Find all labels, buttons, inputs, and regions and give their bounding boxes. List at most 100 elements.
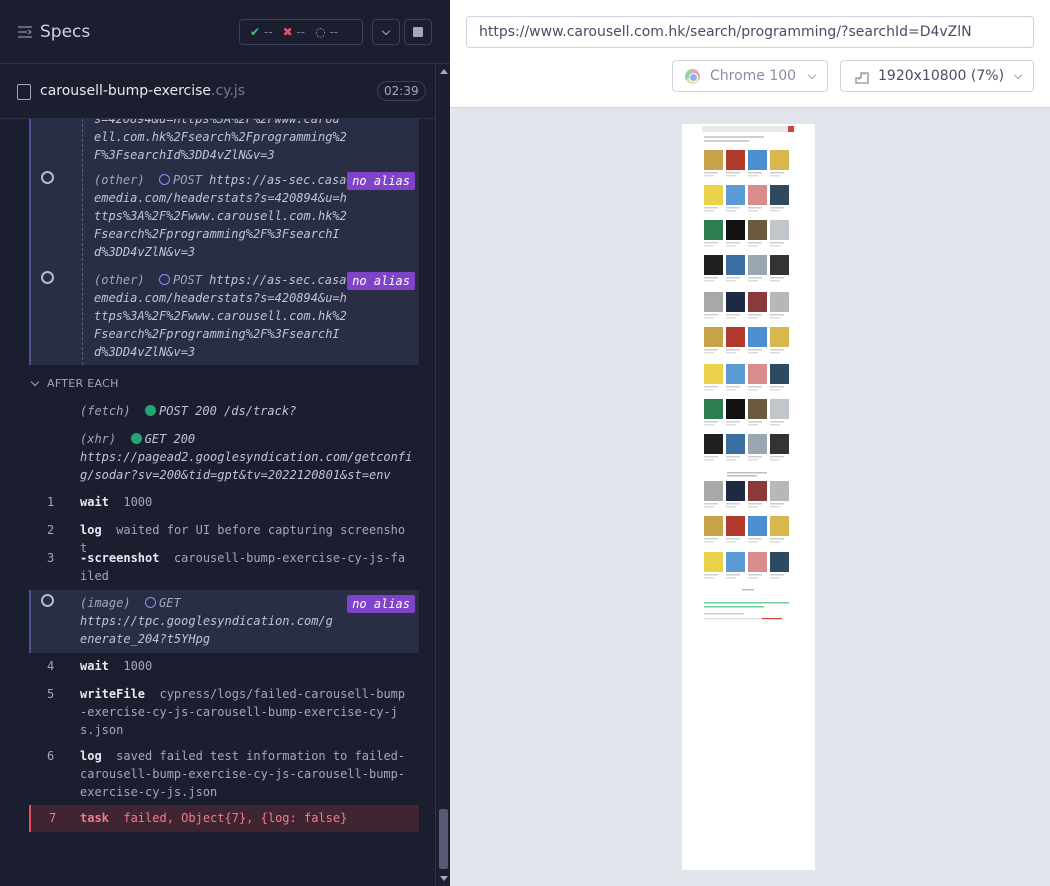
app-iframe-preview[interactable]	[682, 124, 815, 870]
thumb-listing-image	[770, 150, 789, 170]
thumb-line	[704, 613, 744, 615]
thumb-listing-text	[704, 506, 714, 508]
command-text: task failed, Object{7}, {log: false}	[80, 811, 348, 825]
request-entry[interactable]: (other) POST https://as-sec.casalemedia.…	[94, 171, 354, 261]
browser-selector[interactable]: Chrome 100	[672, 60, 828, 92]
thumb-listing-text	[748, 389, 758, 391]
thumb-listing-text	[726, 280, 736, 282]
thumb-listing-text	[704, 459, 714, 461]
thumb-listing-text	[704, 172, 718, 174]
stop-button[interactable]	[404, 19, 432, 45]
thumb-listing-image	[726, 399, 745, 419]
thumb-listing-text	[770, 242, 784, 244]
thumb-listing-image	[726, 552, 745, 572]
command-row[interactable]: 5 writeFile cypress/logs/failed-carousel…	[29, 685, 419, 741]
thumb-listing-text	[770, 424, 780, 426]
thumb-listing-text	[704, 424, 714, 426]
thumb-listing-text	[704, 421, 718, 423]
thumb-listing-text	[704, 242, 718, 244]
thumb-listing-text	[726, 314, 740, 316]
thumb-listing-image	[726, 364, 745, 384]
thumb-listing-text	[748, 386, 762, 388]
thumb-listing-text	[748, 349, 762, 351]
thumb-listing-image	[704, 185, 723, 205]
thumb-listing-image	[726, 292, 745, 312]
thumb-listing-text	[726, 459, 736, 461]
open-circle-icon	[145, 597, 157, 608]
thumb-listing-image	[726, 481, 745, 501]
image-request-block[interactable]: (image) GET https://tpc.googlesyndicatio…	[29, 590, 419, 653]
thumb-listing-text	[704, 538, 718, 540]
thumb-listing-text	[726, 242, 740, 244]
thumb-listing-image	[770, 399, 789, 419]
thumb-listing-text	[770, 541, 780, 543]
command-log-panel: Specs ✔ -- ✖ -- ◌ -- carousell-bump-exer…	[0, 0, 450, 886]
specs-title[interactable]: Specs	[40, 22, 90, 42]
pending-stat: ◌ --	[315, 25, 339, 39]
thumb-listing-image	[748, 327, 767, 347]
request-entry[interactable]: (other) POST https://as-sec.casalemedia.…	[94, 271, 354, 361]
viewport-selector[interactable]: 1920x10800 (7%)	[840, 60, 1034, 92]
thumb-listing-text	[726, 175, 736, 177]
command-row[interactable]: 1 wait 1000	[29, 493, 419, 513]
fetch-entry[interactable]: (fetch) POST 200 /ds/track?	[29, 402, 419, 422]
scroll-thumb[interactable]	[439, 809, 448, 869]
thumb-listing-image	[748, 481, 767, 501]
thumb-listing-text	[770, 280, 780, 282]
thumb-listing-text	[770, 245, 780, 247]
thumb-listing-text	[748, 352, 758, 354]
thumb-listing-text	[704, 314, 718, 316]
thumb-listing-text	[770, 386, 784, 388]
scroll-up-icon[interactable]	[440, 69, 448, 74]
thumb-listing-text	[748, 574, 762, 576]
passed-stat: ✔ --	[250, 25, 273, 39]
thumb-listing-text	[770, 459, 780, 461]
thumb-listing-text	[770, 317, 780, 319]
thumb-listing-text	[748, 277, 762, 279]
thumb-listing-text	[726, 506, 736, 508]
specs-list-icon[interactable]	[18, 25, 32, 39]
thumb-listing-text	[726, 503, 740, 505]
thumb-listing-text	[704, 277, 718, 279]
tree-line	[82, 119, 83, 365]
thumb-listing-text	[748, 506, 758, 508]
thumb-listing-text	[770, 538, 784, 540]
thumb-listing-text	[770, 577, 780, 579]
thumb-header	[702, 126, 795, 132]
failed-command-row[interactable]: 7 task failed, Object{7}, {log: false}	[29, 805, 419, 832]
thumb-listing-image	[704, 220, 723, 240]
command-row[interactable]: 2 log waited for UI before capturing scr…	[29, 521, 419, 555]
alias-badge: no alias	[347, 172, 415, 190]
thumb-listing-text	[748, 317, 758, 319]
log-scrollbar[interactable]	[435, 64, 450, 886]
expand-button[interactable]	[372, 19, 400, 45]
thumb-listing-text	[770, 389, 780, 391]
thumb-listing-text	[748, 541, 758, 543]
thumb-listing-image	[748, 185, 767, 205]
thumb-line	[742, 589, 754, 591]
failed-stat: ✖ --	[282, 25, 306, 39]
thumb-listing-text	[704, 317, 714, 319]
thumb-listing-image	[704, 399, 723, 419]
fetch-text: (fetch) POST 200 /ds/track?	[80, 404, 297, 418]
thumb-listing-text	[748, 424, 758, 426]
app-preview-panel: https://www.carousell.com.hk/search/prog…	[450, 0, 1050, 886]
scroll-down-icon[interactable]	[440, 876, 448, 881]
thumb-listing-text	[726, 389, 736, 391]
thumb-listing-image	[726, 150, 745, 170]
thumb-listing-text	[704, 386, 718, 388]
command-row[interactable]: 4 wait 1000	[29, 657, 419, 677]
chevron-down-icon	[381, 26, 391, 35]
image-request-text: (image) GET https://tpc.googlesyndicatio…	[80, 596, 333, 646]
command-text: log saved failed test information to fai…	[80, 749, 406, 799]
thumb-listing-image	[748, 399, 767, 419]
thumb-listing-text	[726, 317, 736, 319]
thumb-listing-text	[726, 172, 740, 174]
after-each-hook-header[interactable]: AFTER EACH	[29, 372, 419, 396]
thumb-listing-text	[726, 541, 736, 543]
page-thumbnail	[702, 126, 795, 620]
command-row[interactable]: 6 log saved failed test information to f…	[29, 747, 419, 803]
command-row[interactable]: 3 -screenshot carousell-bump-exercise-cy…	[29, 549, 419, 587]
xhr-entry[interactable]: (xhr) GET 200 https://pagead2.googlesynd…	[29, 430, 419, 484]
url-bar[interactable]: https://www.carousell.com.hk/search/prog…	[466, 16, 1034, 48]
